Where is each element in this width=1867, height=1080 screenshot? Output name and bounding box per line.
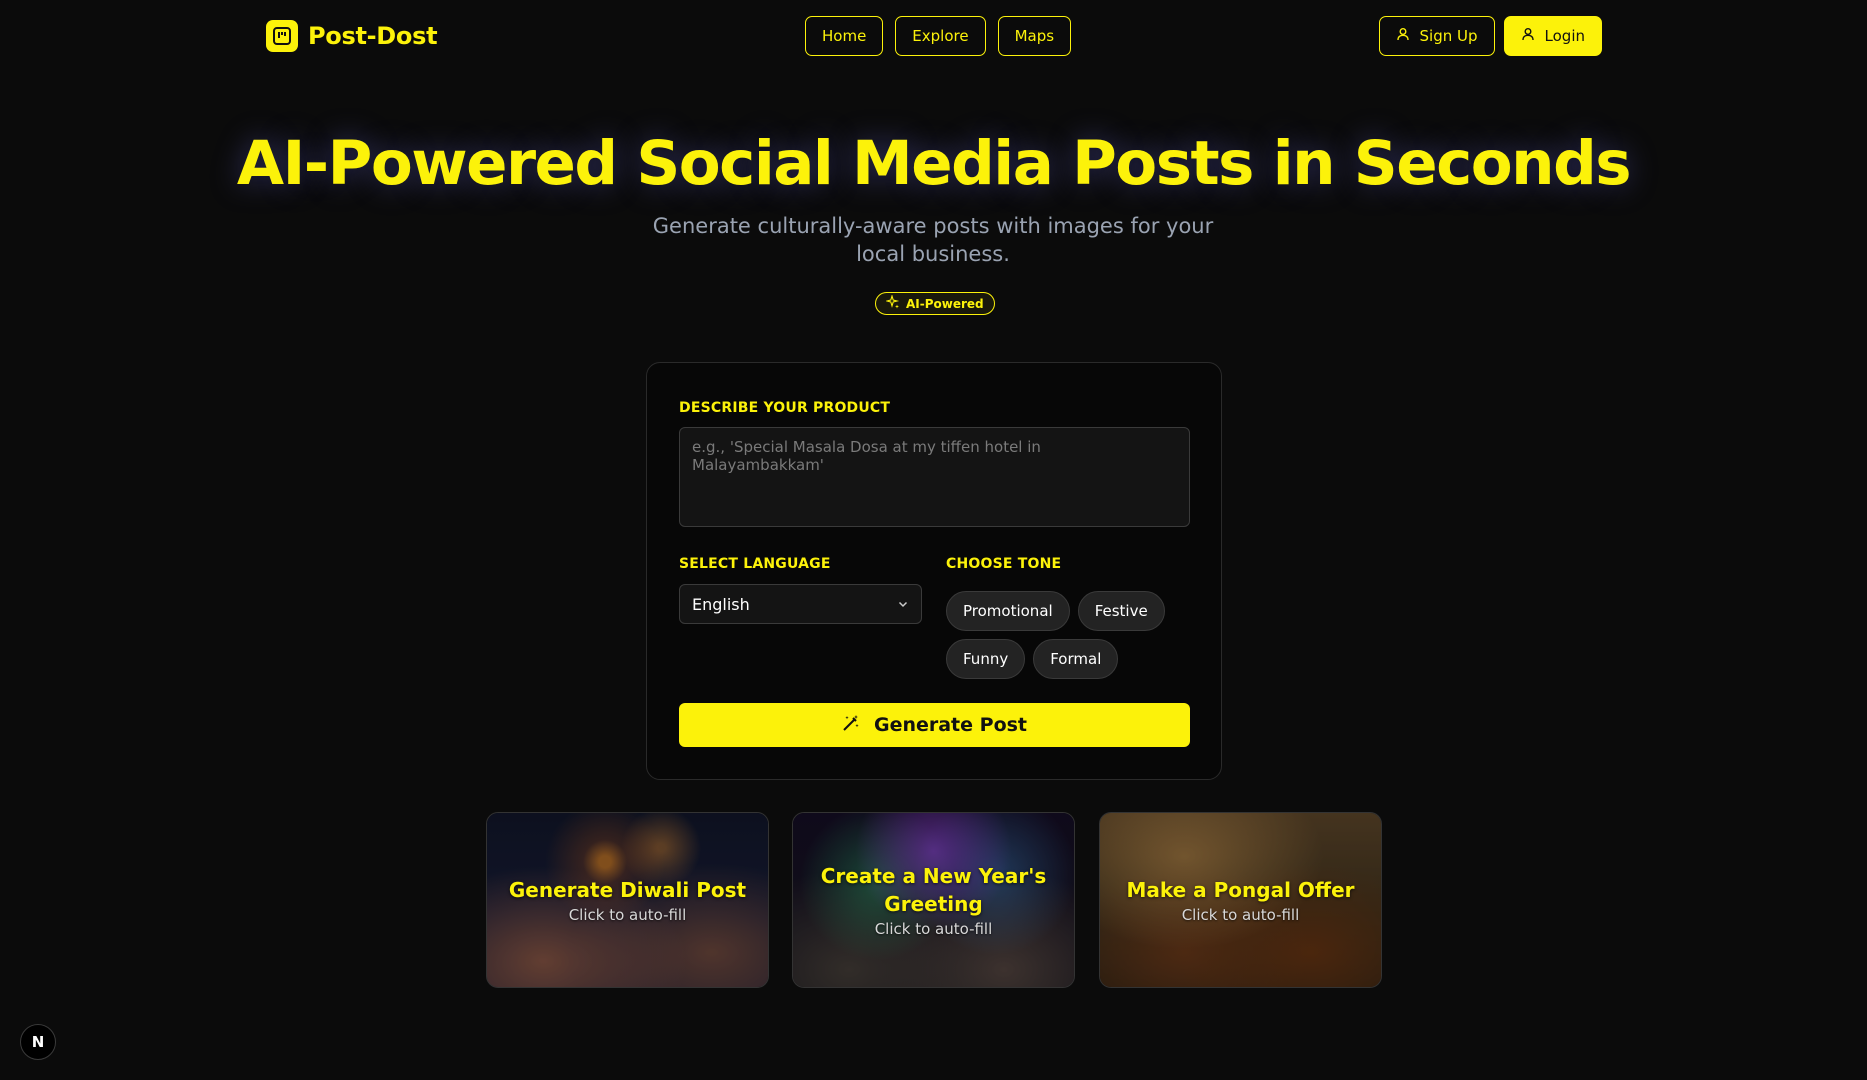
nav-maps-button[interactable]: Maps <box>997 16 1072 56</box>
top-nav-bar: Post-Dost Home Explore Maps Sign Up Logi… <box>0 0 1867 72</box>
kanban-board-icon <box>266 20 298 52</box>
product-description-input[interactable] <box>679 427 1190 527</box>
tone-promotional-chip[interactable]: Promotional <box>946 591 1070 631</box>
nav-explore-button[interactable]: Explore <box>895 16 986 56</box>
login-label: Login <box>1544 27 1585 45</box>
user-icon <box>1396 27 1410 45</box>
sign-up-label: Sign Up <box>1419 27 1478 45</box>
user-icon <box>1521 27 1535 45</box>
brand-name: Post-Dost <box>308 22 438 50</box>
product-description-label: DESCRIBE YOUR PRODUCT <box>679 400 891 416</box>
sparkles-icon <box>884 294 900 312</box>
magic-wand-icon <box>842 714 860 737</box>
suggestion-card-new-year[interactable]: Create a New Year's Greeting Click to au… <box>792 812 1075 988</box>
hero-title: AI-Powered Social Media Posts in Seconds <box>236 128 1632 199</box>
nav-home-button[interactable]: Home <box>805 16 884 56</box>
suggestion-title: Generate Diwali Post <box>508 878 747 902</box>
language-select[interactable]: English <box>679 584 922 624</box>
login-button[interactable]: Login <box>1503 16 1602 56</box>
language-label: SELECT LANGUAGE <box>679 556 831 572</box>
suggestion-subtitle: Click to auto-fill <box>1181 906 1300 924</box>
tone-options: Promotional Festive Funny Formal <box>946 591 1186 679</box>
ai-powered-badge-label: AI-Powered <box>906 296 984 311</box>
sign-up-button[interactable]: Sign Up <box>1378 16 1495 56</box>
suggestion-title: Make a Pongal Offer <box>1126 878 1355 902</box>
suggestion-title: Create a New Year's Greeting <box>820 864 1047 916</box>
suggestion-card-diwali[interactable]: Generate Diwali Post Click to auto-fill <box>486 812 769 988</box>
generate-post-label: Generate Post <box>873 714 1028 736</box>
suggestion-subtitle: Click to auto-fill <box>568 906 687 924</box>
post-generator-form: DESCRIBE YOUR PRODUCT SELECT LANGUAGE En… <box>646 362 1222 780</box>
dev-tools-badge[interactable]: N <box>20 1024 56 1060</box>
auth-buttons: Sign Up Login <box>1378 16 1602 56</box>
brand-logo-link[interactable]: Post-Dost <box>266 19 438 53</box>
ai-powered-badge: AI-Powered <box>875 292 995 315</box>
chevron-down-icon <box>897 595 909 614</box>
tone-formal-chip[interactable]: Formal <box>1033 639 1119 679</box>
suggestion-card-pongal[interactable]: Make a Pongal Offer Click to auto-fill <box>1099 812 1382 988</box>
tone-funny-chip[interactable]: Funny <box>946 639 1026 679</box>
suggestion-subtitle: Click to auto-fill <box>874 920 993 938</box>
hero-subtitle: Generate culturally-aware posts with ima… <box>652 214 1214 266</box>
tone-festive-chip[interactable]: Festive <box>1077 591 1165 631</box>
tone-label: CHOOSE TONE <box>946 556 1062 572</box>
generate-post-button[interactable]: Generate Post <box>679 703 1190 747</box>
main-nav: Home Explore Maps <box>805 16 1072 56</box>
language-select-value: English <box>692 594 750 614</box>
